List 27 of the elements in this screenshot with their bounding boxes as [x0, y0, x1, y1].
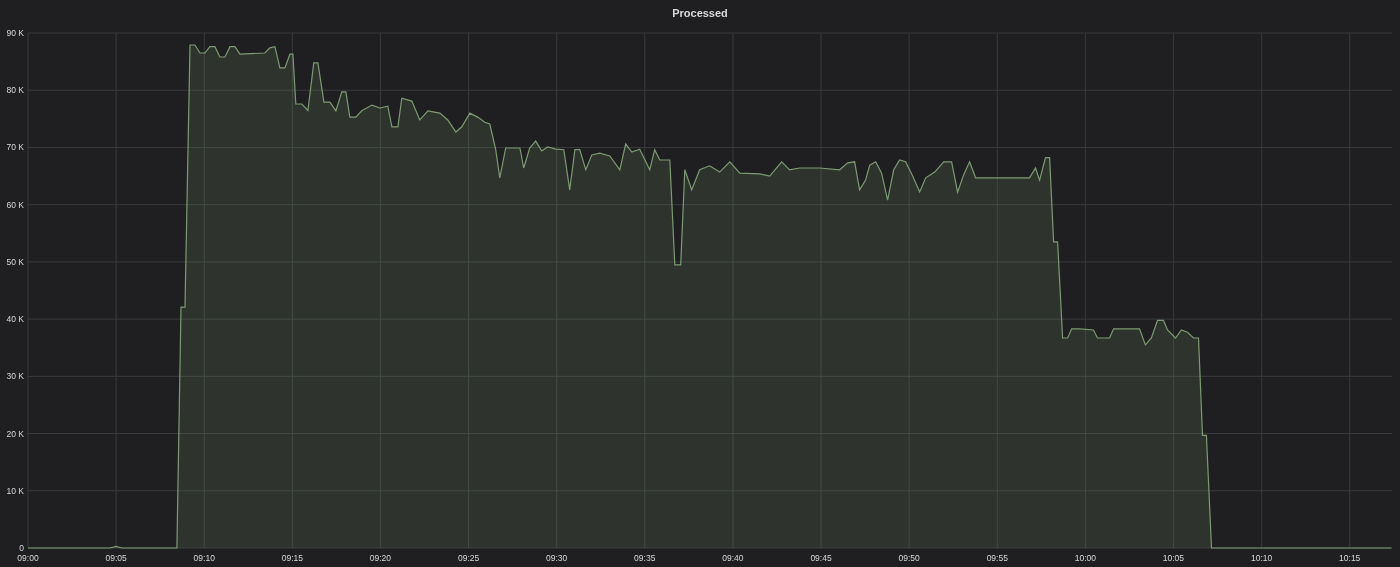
y-tick-label: 60 K	[6, 199, 24, 210]
x-tick-label: 09:45	[810, 553, 832, 563]
y-tick-label: 80 K	[6, 85, 24, 96]
x-tick-label: 09:55	[986, 553, 1008, 563]
x-tick-label: 09:35	[634, 553, 656, 563]
x-tick-label: 10:00	[1074, 553, 1096, 563]
x-tick-label: 09:30	[546, 553, 568, 563]
x-tick-label: 09:05	[105, 553, 127, 563]
y-tick-label: 20 K	[6, 428, 24, 439]
chart-title: Processed	[671, 6, 729, 21]
x-tick-label: 10:15	[1339, 553, 1361, 563]
y-tick-label: 50 K	[6, 256, 24, 267]
y-tick-label: 70 K	[6, 142, 24, 153]
y-tick-label: 0	[19, 543, 24, 553]
y-tick-label: 30 K	[6, 371, 24, 382]
x-tick-label: 09:50	[898, 553, 920, 563]
x-tick-label: 09:00	[17, 553, 39, 563]
x-tick-label: 09:10	[193, 553, 215, 563]
x-tick-label: 09:20	[369, 553, 392, 563]
x-tick-label: 09:40	[722, 553, 744, 563]
y-tick-label: 10 K	[6, 485, 24, 496]
x-tick-label: 09:25	[457, 553, 480, 563]
x-tick-label: 10:05	[1162, 553, 1185, 563]
x-tick-label: 10:10	[1251, 553, 1273, 563]
x-tick-label: 09:15	[281, 553, 303, 563]
y-tick-label: 40 K	[6, 314, 24, 325]
y-tick-label: 90 K	[6, 28, 24, 38]
